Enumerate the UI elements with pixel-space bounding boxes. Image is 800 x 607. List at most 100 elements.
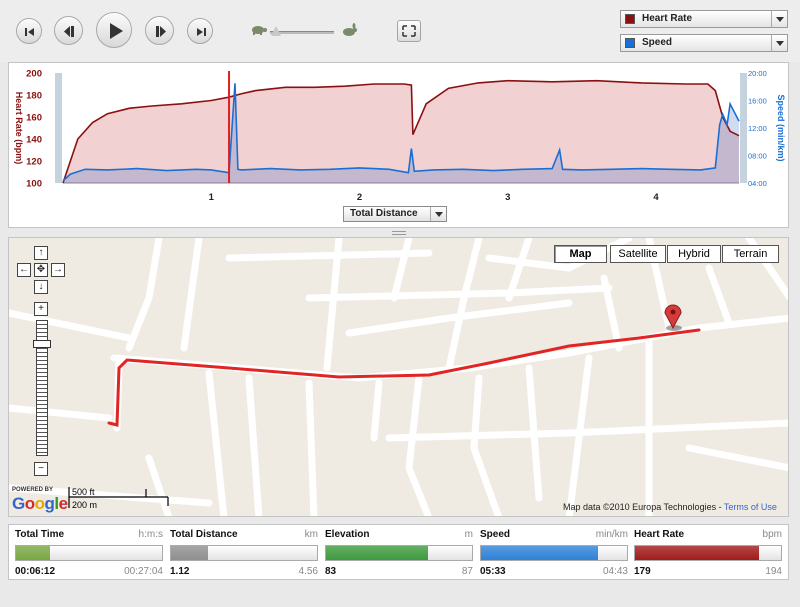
x-axis-selector-label: Total Distance [350, 208, 418, 219]
stat-max: 4.56 [298, 566, 318, 577]
scale-meters-label: 200 m [72, 500, 98, 510]
stat-max: 194 [765, 566, 782, 577]
stat-label: Heart Rate [634, 529, 685, 540]
skip-back-icon [25, 28, 34, 36]
left-tick-label: 100 [26, 179, 42, 190]
right-tick-label: 04:00 [748, 179, 767, 188]
map-type-hybrid[interactable]: Hybrid [667, 245, 721, 263]
series1-label: Heart Rate [642, 13, 693, 24]
right-tick-label: 08:00 [748, 152, 767, 161]
stat-progress-bar [325, 545, 473, 561]
stat-value: 00:06:12 [15, 566, 56, 577]
map-type-terrain[interactable]: Terrain [722, 245, 779, 263]
left-axis-title: Heart Rate (bpm) [14, 92, 24, 165]
stat-progress-fill [171, 546, 208, 560]
right-axis-strip [740, 73, 747, 183]
series1-color-swatch [625, 14, 635, 24]
x-tick-label: 4 [653, 192, 659, 203]
fullscreen-button[interactable] [397, 20, 421, 42]
step-forward-icon [156, 26, 166, 37]
stat-label: Speed [480, 529, 511, 540]
pan-center-button[interactable]: ✥ [34, 263, 48, 277]
map-view[interactable] [8, 237, 789, 517]
left-tick-label: 120 [26, 157, 42, 168]
map-type-map[interactable]: Map [554, 245, 607, 263]
powered-by-label: POWERED BY [12, 487, 54, 493]
zoom-out-button[interactable]: − [34, 462, 48, 476]
skip-back-button[interactable] [16, 18, 42, 44]
x-tick-label: 1 [209, 192, 215, 203]
heart-rate-area [63, 80, 739, 183]
chevron-down-icon [430, 207, 446, 221]
chevron-down-icon [771, 35, 787, 51]
stat-progress-fill [635, 546, 760, 560]
left-tick-label: 140 [26, 135, 42, 146]
stat-value: 83 [325, 566, 337, 577]
stat-value: 179 [634, 566, 651, 577]
stat-label: Elevation [325, 529, 370, 540]
step-forward-button[interactable] [145, 16, 174, 45]
x-axis-selector[interactable]: Total Distance [343, 206, 447, 222]
map-roads [9, 238, 788, 516]
skip-forward-button[interactable] [187, 18, 213, 44]
series1-selector[interactable]: Heart Rate [620, 10, 788, 28]
stat-max: 00:27:04 [124, 566, 163, 577]
zoom-in-button[interactable]: + [34, 302, 48, 316]
stat-unit: m [464, 529, 473, 540]
map-credit: Map data ©2010 Europa Technologies - Ter… [563, 502, 777, 512]
play-button[interactable] [96, 12, 132, 48]
resize-grip[interactable] [392, 231, 406, 235]
right-tick-label: 20:00 [748, 69, 767, 78]
skip-forward-icon [197, 28, 206, 36]
right-axis-title: Speed (min/km) [776, 94, 786, 161]
pan-left-button[interactable]: ← [17, 263, 31, 277]
zoom-slider-knob[interactable] [33, 340, 51, 349]
stat-unit: km [304, 529, 318, 540]
stat-unit: min/km [595, 529, 628, 540]
stat-unit: bpm [762, 529, 782, 540]
play-icon [110, 23, 123, 39]
map-type-satellite[interactable]: Satellite [610, 245, 666, 263]
left-tick-label: 160 [26, 113, 42, 124]
stat-progress-bar [15, 545, 163, 561]
series2-selector[interactable]: Speed [620, 34, 788, 52]
right-tick-label: 16:00 [748, 97, 767, 106]
x-tick-label: 2 [357, 192, 362, 203]
speed-slider-knob[interactable] [271, 26, 282, 36]
rabbit-icon [343, 23, 357, 36]
map-data-text: Map data ©2010 Europa Technologies - [563, 502, 724, 512]
turtle-icon [252, 26, 267, 35]
stat-progress-fill [16, 546, 50, 560]
chevron-down-icon [771, 11, 787, 27]
series2-color-swatch [625, 38, 635, 48]
stat-label: Total Time [15, 529, 65, 540]
stat-progress-bar [634, 545, 782, 561]
series2-label: Speed [642, 37, 673, 48]
pan-up-button[interactable]: ↑ [34, 246, 48, 260]
scale-feet-label: 500 ft [72, 487, 95, 497]
stat-label: Total Distance [170, 529, 238, 540]
stat-max: 04:43 [602, 566, 628, 577]
stat-unit: h:m:s [138, 529, 163, 540]
left-axis-strip [55, 73, 62, 183]
x-tick-label: 3 [505, 192, 510, 203]
step-back-icon [64, 26, 74, 37]
left-tick-label: 200 [26, 69, 42, 80]
google-logo[interactable]: Google [12, 494, 68, 514]
stat-progress-fill [326, 546, 429, 560]
stat-value: 1.12 [170, 566, 190, 577]
stat-value: 05:33 [480, 566, 506, 577]
step-back-button[interactable] [54, 16, 83, 45]
stat-max: 87 [461, 566, 473, 577]
player-toolbar: Heart Rate Speed [0, 0, 800, 62]
right-tick-label: 12:00 [748, 124, 767, 133]
fullscreen-icon [402, 25, 416, 37]
stat-progress-bar [480, 545, 628, 561]
stat-progress-bar [170, 545, 318, 561]
stat-progress-fill [481, 546, 598, 560]
terms-of-use-link[interactable]: Terms of Use [724, 502, 777, 512]
pan-right-button[interactable]: → [51, 263, 65, 277]
pan-down-button[interactable]: ↓ [34, 280, 48, 294]
heart-rate-speed-chart[interactable]: 200 180 160 140 120 100 20:00 16:00 12:00 08:00 04… [8, 62, 789, 207]
left-tick-label: 180 [26, 91, 42, 102]
